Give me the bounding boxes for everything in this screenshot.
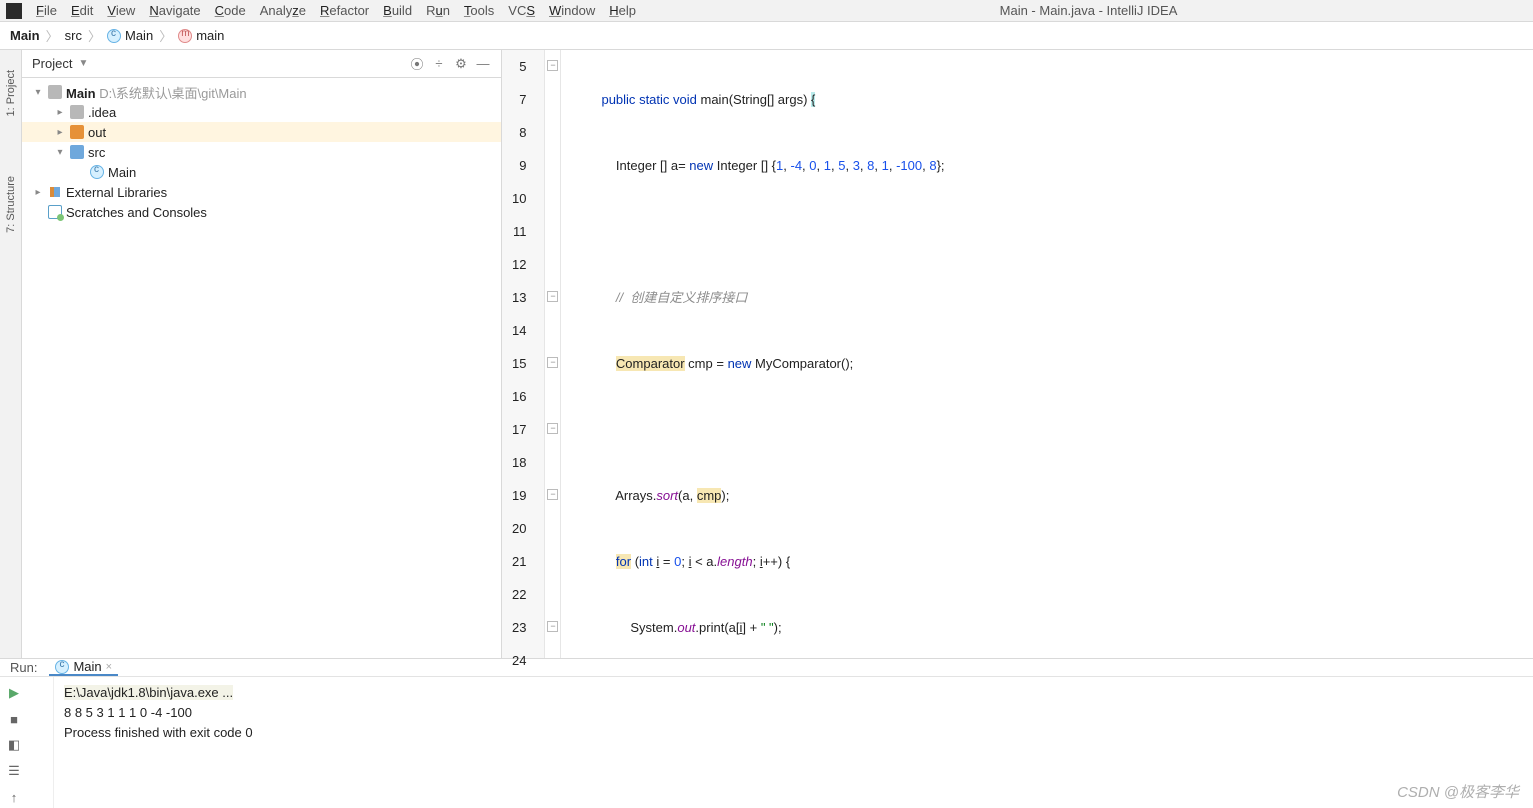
locate-icon[interactable]: ⦿ [409,56,425,72]
fold-icon[interactable]: − [547,489,558,500]
fold-icon[interactable]: − [547,60,558,71]
menu-build[interactable]: Build [383,3,412,18]
class-icon [90,165,104,179]
menu-help[interactable]: Help [609,3,636,18]
chevron-down-icon[interactable]: ▾ [54,147,66,158]
menu-refactor[interactable]: Refactor [320,3,369,18]
left-toolwindow-bar: 1: Project 7: Structure [0,50,22,658]
app-logo-icon [6,3,22,19]
folder-icon [70,125,84,139]
project-pane: Project ▼ ⦿ ÷ ⚙ — ▾ Main D:\系统默认\桌面\git\… [22,50,502,658]
tree-ext-libs[interactable]: ▸ External Libraries [22,182,501,202]
layout-icon[interactable]: ◧ [4,735,24,755]
class-icon [107,29,121,43]
menu-analyze[interactable]: Analyze [260,3,306,18]
run-toolbar: ▶ ■ ◧ ☰ ↑ ↓ ↲ 🖶 🗑 [0,677,54,808]
menu-navigate[interactable]: Navigate [149,3,200,18]
tree-out[interactable]: ▸ out [22,122,501,142]
chevron-right-icon: 〉 [159,26,172,45]
run-console[interactable]: E:\Java\jdk1.8\bin\java.exe ... 8 8 5 3 … [54,677,1533,808]
project-pane-title[interactable]: Project [32,56,72,71]
tree-idea[interactable]: ▸ .idea [22,102,501,122]
folder-icon [70,105,84,119]
tree-scratches[interactable]: Scratches and Consoles [22,202,501,222]
chevron-right-icon[interactable]: ▸ [54,127,66,138]
fold-icon[interactable]: − [547,423,558,434]
source-folder-icon [70,145,84,159]
line-number-gutter[interactable]: 5 7 8 9 10 11 12 13 14 15 16 17 18 19 20… [502,50,545,658]
chevron-down-icon[interactable]: ▾ [32,87,44,98]
scratch-icon [48,205,62,219]
fold-icon[interactable]: − [547,357,558,368]
menu-run[interactable]: Run [426,3,450,18]
method-icon [178,29,192,43]
rerun-icon[interactable]: ▶ [4,683,24,703]
fold-gutter[interactable]: − − − − − − [545,50,561,658]
breadcrumb-class[interactable]: Main [107,28,153,43]
module-icon [48,85,62,99]
close-icon[interactable]: × [106,661,112,673]
filter-icon[interactable]: ☰ [4,761,24,781]
run-label: Run: [10,660,37,675]
chevron-right-icon: 〉 [88,26,101,45]
menu-file[interactable]: File [36,3,57,18]
breadcrumb-src[interactable]: src [65,28,82,43]
menu-vcs[interactable]: VCS [508,3,535,18]
code-area[interactable]: public static void main(String[] args) {… [561,50,1533,658]
menu-code[interactable]: Code [215,3,246,18]
class-icon [55,660,69,674]
breadcrumb: Main 〉 src 〉 Main 〉 main [0,22,1533,50]
stop-icon[interactable]: ■ [4,709,24,729]
run-tool-window: Run: Main × ▶ ■ ◧ ☰ ↑ ↓ ↲ 🖶 🗑 E:\Java\jd… [0,658,1533,808]
chevron-right-icon: 〉 [46,26,59,45]
expand-all-icon[interactable]: ÷ [431,56,447,72]
breadcrumb-root[interactable]: Main [10,28,40,43]
menu-tools[interactable]: Tools [464,3,494,18]
tab-project[interactable]: 1: Project [5,70,17,116]
gear-icon[interactable]: ⚙ [453,56,469,72]
project-tree[interactable]: ▾ Main D:\系统默认\桌面\git\Main ▸ .idea ▸ out… [22,78,501,658]
libraries-icon [48,185,62,199]
tab-structure[interactable]: 7: Structure [5,176,17,233]
project-pane-header: Project ▼ ⦿ ÷ ⚙ — [22,50,501,78]
chevron-right-icon[interactable]: ▸ [54,107,66,118]
menu-view[interactable]: View [107,3,135,18]
fold-icon[interactable]: − [547,621,558,632]
window-title: Main - Main.java - IntelliJ IDEA [650,3,1527,18]
menu-window[interactable]: Window [549,3,595,18]
run-tab-main[interactable]: Main × [49,659,118,676]
up-icon[interactable]: ↑ [4,787,24,807]
tree-main-file[interactable]: Main [22,162,501,182]
tree-src[interactable]: ▾ src [22,142,501,162]
chevron-down-icon[interactable]: ▼ [78,58,88,69]
menubar: File Edit View Navigate Code Analyze Ref… [0,0,1533,22]
fold-icon[interactable]: − [547,291,558,302]
menu-edit[interactable]: Edit [71,3,93,18]
watermark: CSDN @极客李华 [1397,781,1519,802]
breadcrumb-method[interactable]: main [178,28,224,43]
code-editor[interactable]: 5 7 8 9 10 11 12 13 14 15 16 17 18 19 20… [502,50,1533,658]
chevron-right-icon[interactable]: ▸ [32,187,44,198]
hide-icon[interactable]: — [475,56,491,72]
tree-root[interactable]: ▾ Main D:\系统默认\桌面\git\Main [22,82,501,102]
